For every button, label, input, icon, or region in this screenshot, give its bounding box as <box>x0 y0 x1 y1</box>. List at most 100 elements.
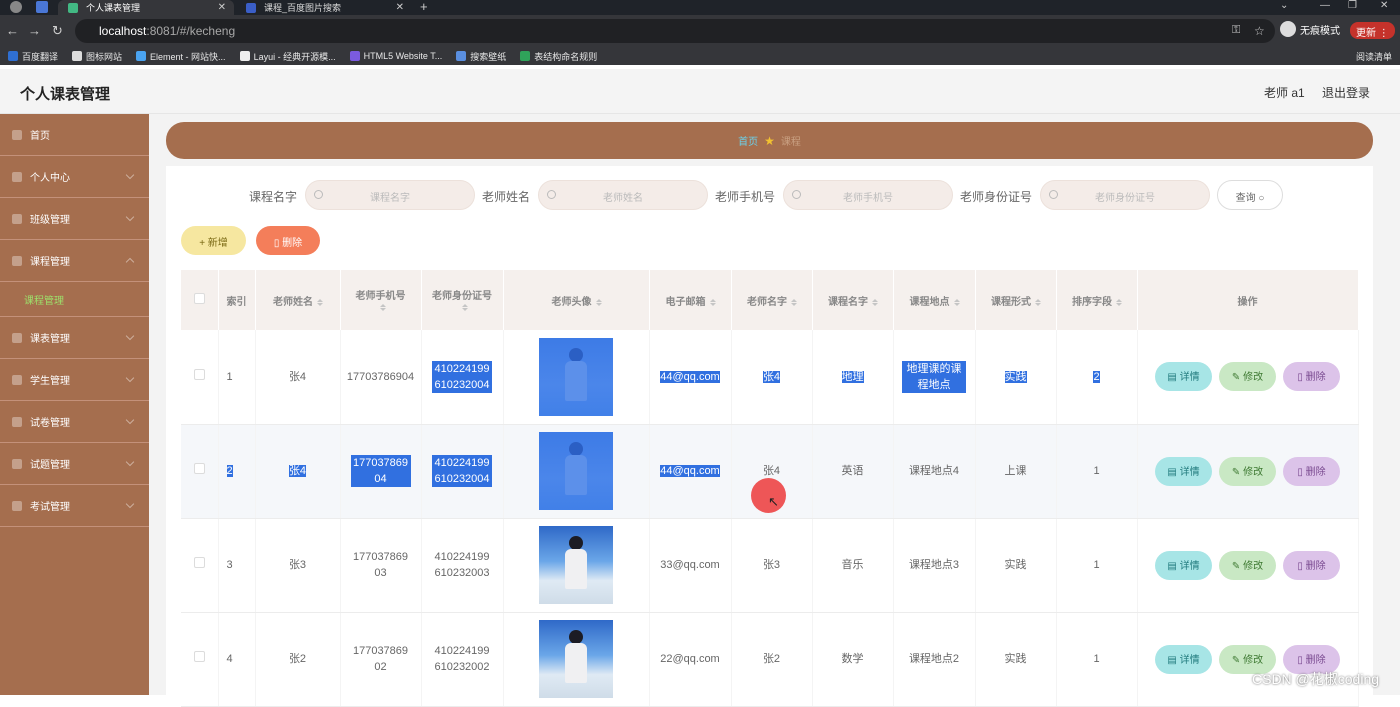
sort-icon[interactable] <box>953 298 960 306</box>
row-phone-text: 17703786902 <box>352 645 409 673</box>
edit-button[interactable]: ✎ 修改 <box>1219 456 1276 486</box>
sort-icon[interactable] <box>380 304 386 311</box>
row-checkbox[interactable] <box>193 368 205 380</box>
row-location: 课程地点4 <box>893 424 976 519</box>
sidebar-item-questions[interactable]: 试题管理 <box>0 443 149 485</box>
search-icon <box>314 190 323 199</box>
sort-icon[interactable] <box>709 298 716 306</box>
detail-button[interactable]: ▤ 详情 <box>1155 362 1212 392</box>
key-icon[interactable]: ⚿ <box>1232 24 1240 37</box>
bookmark-star-icon[interactable]: ☆ <box>1254 24 1265 38</box>
back-icon[interactable]: ← <box>6 23 19 38</box>
new-tab-icon[interactable]: + <box>420 0 428 14</box>
delete-button[interactable]: ▯ 删除 <box>1283 456 1340 486</box>
col-id-card[interactable]: 老师身份证号 <box>421 270 504 330</box>
sort-icon[interactable] <box>1035 298 1041 306</box>
edit-button[interactable]: ✎ 修改 <box>1219 362 1276 392</box>
tab-search-icon[interactable]: ⌄ <box>1280 0 1288 11</box>
url-bar[interactable]: localhost:8081/#/kecheng <box>75 19 1275 43</box>
add-button[interactable]: + 新增 <box>181 226 246 255</box>
reload-icon[interactable]: ↻ <box>52 23 63 39</box>
browser-menu-icon[interactable] <box>10 1 22 13</box>
col-course[interactable]: 课程名字 <box>812 270 894 330</box>
teacher-name-label: 老师姓名 <box>482 190 531 204</box>
row-location-text: 地理课的课程地点 <box>902 360 966 393</box>
col-form[interactable]: 课程形式 <box>975 270 1057 330</box>
col-phone[interactable]: 老师手机号 <box>340 270 422 330</box>
bookmark-item[interactable]: Layui - 经典开源模... <box>239 50 336 63</box>
vue-icon <box>68 2 78 13</box>
sidebar: 首页 个人中心 班级管理 课程管理 课程管理 课表管理 学生管理 试卷管理 试题… <box>0 114 149 695</box>
sort-icon[interactable] <box>595 298 602 306</box>
select-all-cell <box>181 270 219 330</box>
sidebar-subitem-course[interactable]: 课程管理 <box>0 282 149 317</box>
sidebar-item-papers[interactable]: 试卷管理 <box>0 401 149 443</box>
sidebar-item-home[interactable]: 首页 <box>0 114 149 156</box>
bookmark-item[interactable]: 搜索壁纸 <box>456 50 506 63</box>
pinned-tab-icon[interactable] <box>36 1 48 13</box>
delete-button[interactable]: ▯ 删除 <box>1283 550 1340 580</box>
forward-icon[interactable]: → <box>28 23 41 38</box>
sidebar-item-profile[interactable]: 个人中心 <box>0 156 149 198</box>
table-row[interactable]: 3 张3 17703786903 410224199610232003 33@q… <box>181 518 1359 613</box>
chevron-down-icon <box>125 415 135 425</box>
row-checkbox[interactable] <box>193 463 205 474</box>
close-tab-icon[interactable]: ✕ <box>218 2 226 13</box>
col-label: 课程名字 <box>828 296 868 308</box>
select-all-checkbox[interactable] <box>193 293 205 304</box>
table-row[interactable]: 4 张2 17703786902 410224199610232002 22@q… <box>181 612 1359 707</box>
sort-icon[interactable] <box>791 298 797 306</box>
teacher-phone-placeholder: 老师手机号 <box>843 193 893 204</box>
table-row[interactable]: 1 张4 17703786904 410224199610232004 44@q… <box>181 330 1359 425</box>
row-checkbox[interactable] <box>193 651 205 662</box>
query-button[interactable]: 查询 ○ <box>1217 180 1283 210</box>
row-avatar-cell <box>503 330 650 425</box>
edit-button[interactable]: ✎ 修改 <box>1219 550 1276 580</box>
course-name-input[interactable]: 课程名字 <box>305 180 475 210</box>
bookmark-item[interactable]: 百度翻译 <box>8 50 58 63</box>
col-avatar[interactable]: 老师头像 <box>503 270 650 330</box>
restore-icon[interactable]: ❐ <box>1348 0 1357 11</box>
col-name[interactable]: 老师名字 <box>731 270 813 330</box>
row-index-text: 2 <box>226 465 233 477</box>
bookmark-icon <box>520 51 531 61</box>
sort-icon[interactable] <box>317 298 323 306</box>
col-location[interactable]: 课程地点 <box>893 270 976 330</box>
row-email: 44@qq.com <box>649 330 732 425</box>
sidebar-item-students[interactable]: 学生管理 <box>0 359 149 401</box>
close-window-icon[interactable]: ✕ <box>1380 0 1388 11</box>
col-email[interactable]: 电子邮箱 <box>649 270 732 330</box>
delete-button[interactable]: ▯ 删除 <box>1283 362 1340 392</box>
sort-icon[interactable] <box>1116 298 1122 306</box>
logout-button[interactable]: 退出登录 <box>1322 84 1370 101</box>
col-teacher-name[interactable]: 老师姓名 <box>255 270 341 330</box>
sidebar-item-exams[interactable]: 考试管理 <box>0 485 149 527</box>
minimize-icon[interactable]: — <box>1320 0 1330 11</box>
detail-button[interactable]: ▤ 详情 <box>1155 456 1212 486</box>
teacher-id-input[interactable]: 老师身份证号 <box>1040 180 1210 210</box>
update-button[interactable]: 更新 ⋮ <box>1350 22 1395 39</box>
reading-list[interactable]: 阅读清单 <box>1356 50 1392 63</box>
row-sort: 2 <box>1056 330 1138 425</box>
breadcrumb-home[interactable]: 首页 <box>738 133 758 148</box>
tab-kebiao[interactable]: 个人课表管理 ✕ <box>58 0 234 15</box>
batch-delete-button[interactable]: ▯ 删除 <box>256 226 320 255</box>
bookmark-item[interactable]: Element - 网站快... <box>136 50 226 63</box>
sort-icon[interactable] <box>872 298 878 306</box>
row-checkbox[interactable] <box>193 557 205 568</box>
bookmark-item[interactable]: HTML5 Website T... <box>349 51 442 61</box>
sidebar-item-course[interactable]: 课程管理 <box>0 240 149 282</box>
close-tab-icon[interactable]: ✕ <box>396 2 404 13</box>
detail-button[interactable]: ▤ 详情 <box>1155 644 1212 674</box>
incognito-badge[interactable]: 无痕模式 <box>1280 21 1340 37</box>
col-sort[interactable]: 排序字段 <box>1056 270 1138 330</box>
bookmark-item[interactable]: 图标网站 <box>72 50 122 63</box>
bookmark-item[interactable]: 表结构命名规则 <box>520 50 597 63</box>
sidebar-item-class[interactable]: 班级管理 <box>0 198 149 240</box>
teacher-phone-input[interactable]: 老师手机号 <box>783 180 953 210</box>
sidebar-item-schedule[interactable]: 课表管理 <box>0 317 149 359</box>
detail-button[interactable]: ▤ 详情 <box>1155 550 1212 580</box>
sort-icon[interactable] <box>461 304 468 311</box>
tab-baidu[interactable]: 课程_百度图片搜索 ✕ <box>236 0 412 15</box>
teacher-name-input[interactable]: 老师姓名 <box>538 180 708 210</box>
